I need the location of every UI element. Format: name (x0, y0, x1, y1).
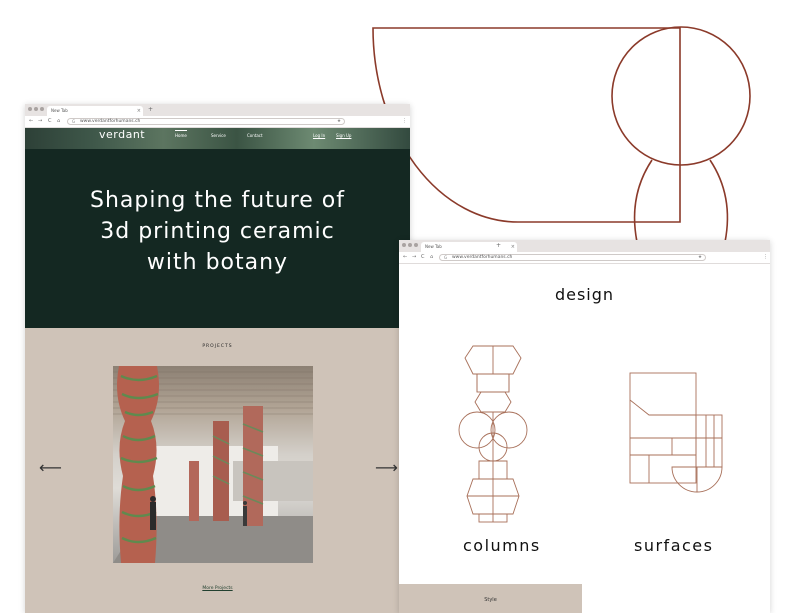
tab-close-icon[interactable]: × (511, 242, 515, 252)
column-diagram (458, 345, 528, 523)
browser-toolbar: ← → C ⌂ G www.verdantforhumans.ch ★ ⋮ (25, 116, 410, 128)
prev-arrow-icon[interactable]: ⟵ (39, 460, 62, 476)
nav-home-link[interactable]: Home (175, 130, 187, 141)
hero-line-2: 3d printing ceramic (100, 219, 335, 244)
home-icon[interactable]: ⌂ (430, 252, 433, 263)
site-logo[interactable]: verdant (99, 128, 145, 142)
forward-arrow-icon[interactable]: → (38, 116, 42, 127)
hero-headline: Shaping the future of 3d printing cerami… (25, 185, 410, 278)
address-bar[interactable]: G www.verdantforhumans.ch ★ (67, 118, 345, 125)
url-text[interactable]: www.verdantforhumans.ch (452, 255, 512, 260)
style-tab[interactable]: Style (399, 584, 582, 613)
back-arrow-icon[interactable]: ← (29, 116, 33, 127)
address-bar[interactable]: G www.verdantforhumans.ch ★ (439, 254, 706, 261)
reload-icon[interactable]: C (48, 116, 52, 127)
style-tab-label: Style (484, 597, 497, 603)
browser-menu-icon[interactable]: ⋮ (763, 252, 768, 263)
project-render-illustration (113, 366, 313, 563)
minimize-window-dot[interactable] (34, 107, 38, 111)
search-engine-icon: G (72, 119, 76, 124)
project-image[interactable] (113, 366, 313, 563)
browser-tab[interactable]: New Tab × (421, 242, 517, 252)
window-controls[interactable] (28, 107, 44, 111)
new-tab-button[interactable]: + (496, 241, 501, 251)
back-arrow-icon[interactable]: ← (403, 252, 407, 263)
projects-heading: PROJECTS (202, 344, 233, 349)
minimize-window-dot[interactable] (408, 243, 412, 247)
reload-icon[interactable]: C (421, 252, 425, 263)
tab-bar: New Tab × + (399, 240, 770, 252)
tab-bar: New Tab × + (25, 104, 410, 116)
nav-service-link[interactable]: Service (211, 131, 226, 141)
login-link[interactable]: Log In (313, 131, 325, 141)
nav-contact-link[interactable]: Contact (247, 131, 263, 141)
hero-section: Shaping the future of 3d printing cerami… (25, 149, 410, 328)
surfaces-label[interactable]: surfaces (634, 536, 713, 555)
new-tab-button[interactable]: + (148, 105, 153, 115)
url-text[interactable]: www.verdantforhumans.ch (80, 119, 140, 124)
tab-title: New Tab (425, 244, 442, 249)
surfaces-diagram (629, 372, 723, 493)
tab-close-icon[interactable]: × (137, 106, 141, 116)
browser-toolbar: ← → C ⌂ G www.verdantforhumans.ch ★ ⋮ (399, 252, 770, 264)
projects-section: PROJECTS ⟵ ⟶ More Projects (25, 328, 410, 613)
more-projects-link[interactable]: More Projects (25, 586, 410, 591)
browser-tab[interactable]: New Tab × (47, 106, 143, 116)
signup-link[interactable]: Sign Up (336, 131, 351, 141)
close-window-dot[interactable] (28, 107, 32, 111)
tab-title: New Tab (51, 108, 68, 113)
columns-label[interactable]: columns (463, 536, 541, 555)
hero-line-3: with botany (146, 250, 289, 275)
bookmark-star-icon[interactable]: ★ (698, 255, 702, 260)
browser-menu-icon[interactable]: ⋮ (402, 116, 407, 127)
close-window-dot[interactable] (402, 243, 406, 247)
home-icon[interactable]: ⌂ (57, 116, 60, 127)
design-heading: design (554, 285, 615, 304)
maximize-window-dot[interactable] (414, 243, 418, 247)
browser-window-design: New Tab × + ← → C ⌂ G www.verdantforhuma… (399, 240, 770, 613)
maximize-window-dot[interactable] (40, 107, 44, 111)
bookmark-star-icon[interactable]: ★ (337, 119, 341, 124)
site-header: verdant Home Service Contact Log In Sign… (25, 128, 410, 149)
browser-window-homepage: New Tab × + ← → C ⌂ G www.verdantforhuma… (25, 104, 410, 613)
next-arrow-icon[interactable]: ⟶ (375, 460, 398, 476)
window-controls[interactable] (402, 243, 418, 247)
hero-line-1: Shaping the future of (89, 188, 346, 213)
search-engine-icon: G (444, 255, 448, 260)
forward-arrow-icon[interactable]: → (412, 252, 416, 263)
